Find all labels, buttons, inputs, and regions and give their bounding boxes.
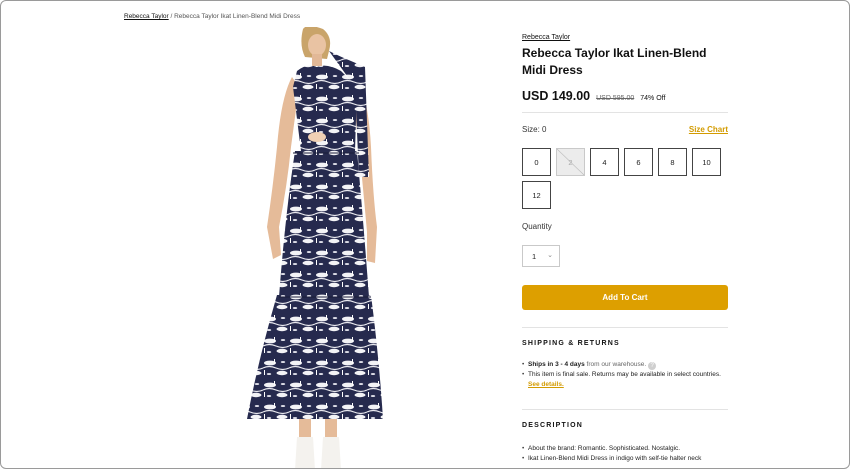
quantity-value: 1	[532, 251, 537, 261]
size-label: Size: 0	[522, 125, 547, 134]
chevron-down-icon: ⌄	[547, 252, 553, 259]
size-option-10[interactable]: 10	[692, 148, 721, 176]
list-item: Ikat Linen-Blend Midi Dress in indigo wi…	[522, 454, 728, 464]
compare-at-price: USD 595.00	[596, 95, 635, 102]
list-item: This item is final sale. Returns may be …	[522, 370, 728, 390]
breadcrumb: Rebecca Taylor / Rebecca Taylor Ikat Lin…	[124, 13, 300, 20]
divider	[522, 327, 728, 328]
description-list: About the brand: Romantic. Sophisticated…	[522, 444, 728, 464]
product-brand-link[interactable]: Rebecca Taylor	[522, 34, 570, 41]
size-option-4[interactable]: 4	[590, 148, 619, 176]
page-frame: Rebecca Taylor / Rebecca Taylor Ikat Lin…	[0, 0, 850, 469]
size-option-0[interactable]: 0	[522, 148, 551, 176]
size-option-12[interactable]: 12	[522, 181, 551, 209]
size-chart-link[interactable]: Size Chart	[689, 125, 728, 134]
divider	[522, 409, 728, 410]
description-heading: DESCRIPTION	[522, 422, 584, 429]
size-option-8[interactable]: 8	[658, 148, 687, 176]
divider	[522, 112, 728, 113]
size-option-6[interactable]: 6	[624, 148, 653, 176]
breadcrumb-current: Rebecca Taylor Ikat Linen-Blend Midi Dre…	[174, 13, 301, 20]
question-circle-icon[interactable]: ?	[648, 362, 657, 370]
warehouse-text: from our warehouse.	[584, 361, 647, 368]
quantity-label: Quantity	[522, 222, 552, 231]
discount-badge: 74% Off	[640, 95, 666, 102]
list-item: About the brand: Romantic. Sophisticated…	[522, 444, 728, 454]
see-details-link[interactable]: See details.	[528, 381, 564, 388]
add-to-cart-button[interactable]: Add To Cart	[522, 285, 728, 310]
price-row: USD 149.00 USD 595.00 74% Off	[522, 89, 665, 103]
final-sale-text: This item is final sale. Returns may be …	[528, 371, 721, 378]
ships-in-text: Ships in 3 - 4 days	[528, 361, 585, 368]
sale-price: USD 149.00	[522, 89, 591, 103]
size-option-2[interactable]: 2	[556, 148, 585, 176]
quantity-select[interactable]: 1 ⌄	[522, 245, 560, 267]
breadcrumb-brand-link[interactable]: Rebecca Taylor	[124, 13, 169, 20]
shipping-returns-heading: SHIPPING & RETURNS	[522, 340, 620, 347]
product-title: Rebecca Taylor Ikat Linen-Blend Midi Dre…	[522, 46, 707, 77]
list-item: Ships in 3 - 4 days from our warehouse.?	[522, 360, 728, 370]
product-image[interactable]	[237, 27, 387, 469]
shipping-list: Ships in 3 - 4 days from our warehouse.?…	[522, 360, 728, 390]
